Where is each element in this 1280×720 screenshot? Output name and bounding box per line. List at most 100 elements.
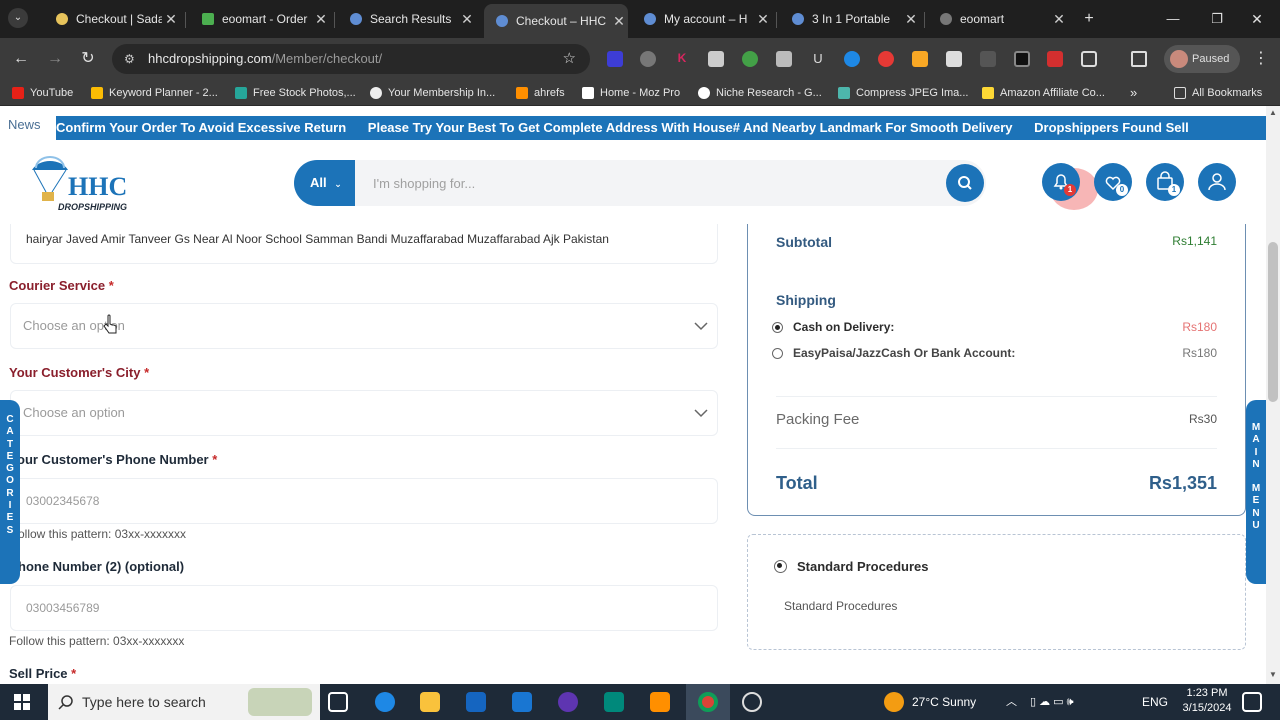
bookmark-youtube[interactable]: YouTube (12, 85, 73, 101)
address-field[interactable]: hairyar Javed Amir Tanveer Gs Near Al No… (10, 224, 718, 264)
tab-search-results[interactable]: Search Results ✕ (338, 5, 476, 33)
shipping-option-cod[interactable]: Cash on Delivery: (772, 320, 894, 334)
scrollbar-thumb[interactable] (1268, 242, 1278, 402)
extension-gmail-icon[interactable] (980, 51, 996, 67)
scroll-up-icon[interactable]: ▲ (1269, 108, 1277, 117)
tray-chevron-icon[interactable]: ︿ (1006, 684, 1017, 720)
radio-selected-icon[interactable] (774, 560, 787, 573)
clock[interactable]: 1:23 PM 3/15/2024 (1178, 686, 1236, 716)
chrome-taskbar-button[interactable] (686, 684, 730, 720)
weather-sun-icon[interactable] (884, 692, 904, 712)
bookmark-niche-research[interactable]: Niche Research - G... (698, 85, 822, 101)
extension-u-icon[interactable]: U (810, 51, 826, 67)
side-panel-icon[interactable] (1131, 51, 1147, 67)
reload-icon[interactable]: ↻ (77, 48, 99, 70)
forward-arrow-icon[interactable]: → (44, 48, 66, 70)
extension-icon[interactable] (776, 51, 792, 67)
extensions-puzzle-icon[interactable] (1081, 51, 1097, 67)
tab-3in1-portable[interactable]: 3 In 1 Portable ✕ (780, 5, 920, 33)
bookmark-moz-pro[interactable]: Home - Moz Pro (582, 85, 680, 101)
radio-unselected-icon[interactable] (772, 347, 783, 359)
notifications-button[interactable]: 1 (1042, 163, 1080, 201)
site-logo[interactable]: HHC DROPSHIPPING (28, 152, 138, 216)
close-tab-icon[interactable]: ✕ (902, 11, 920, 28)
cart-button[interactable]: 1 (1146, 163, 1184, 201)
edge-icon[interactable] (375, 692, 395, 712)
close-window-button[interactable]: ✕ (1246, 8, 1268, 30)
close-tab-icon[interactable]: ✕ (1050, 11, 1068, 28)
extension-k-icon[interactable]: K (674, 51, 690, 67)
app-icon[interactable] (604, 692, 624, 712)
tab-checkout-hhc[interactable]: Checkout – HHC ✕ (484, 4, 628, 38)
tray-icons[interactable]: ▯ ☁ ▭ 🕪 (1030, 684, 1074, 720)
search-category-dropdown[interactable]: All ⌄ (294, 160, 355, 206)
taskbar-search-box[interactable]: Type here to search (48, 684, 320, 720)
main-menu-side-tab[interactable]: M A I N M E N U (1246, 400, 1266, 584)
language-indicator[interactable]: ENG (1142, 684, 1168, 720)
shipping-option-easypaisa[interactable]: EasyPaisa/JazzCash Or Bank Account: (772, 346, 1015, 360)
weather-text[interactable]: 27°C Sunny (912, 684, 976, 720)
extension-icon[interactable] (912, 51, 928, 67)
site-info-icon[interactable]: ⚙ (124, 44, 135, 74)
bookmark-membership[interactable]: Your Membership In... (370, 85, 495, 101)
customer-phone-input[interactable] (10, 478, 718, 524)
procedure-option[interactable]: Standard Procedures (774, 559, 929, 574)
restore-window-button[interactable]: ❐ (1206, 8, 1228, 30)
address-bar[interactable]: ⚙ hhcdropshipping.com/Member/checkout/ ☆ (112, 44, 590, 74)
extension-download-icon[interactable] (1047, 51, 1063, 67)
close-tab-icon[interactable]: ✕ (754, 11, 772, 28)
extension-icon[interactable] (708, 51, 724, 67)
all-bookmarks-folder[interactable]: All Bookmarks (1174, 85, 1262, 101)
bookmark-keyword-planner[interactable]: Keyword Planner - 2... (91, 85, 218, 101)
bookmark-star-icon[interactable]: ☆ (563, 44, 576, 74)
search-input[interactable] (355, 160, 986, 206)
mail-icon[interactable] (512, 692, 532, 712)
shipping-option-price: Rs180 (1182, 320, 1217, 334)
screen-recorder-icon[interactable] (742, 692, 762, 712)
store-icon[interactable] (466, 692, 486, 712)
close-tab-icon[interactable]: ✕ (162, 11, 180, 28)
browser-menu-icon[interactable]: ⋮ (1250, 48, 1272, 70)
profile-button[interactable]: Paused (1164, 45, 1240, 73)
minimize-window-button[interactable]: — (1162, 8, 1184, 30)
tab-eoomart-order[interactable]: eoomart - Order ✕ (190, 5, 330, 33)
close-tab-icon[interactable]: ✕ (312, 11, 330, 28)
bookmark-ahrefs[interactable]: ahrefs (516, 85, 565, 101)
extension-icon[interactable] (878, 51, 894, 67)
account-button[interactable] (1198, 163, 1236, 201)
task-view-icon[interactable] (328, 692, 348, 712)
new-tab-button[interactable]: + (1078, 8, 1100, 30)
extension-icon[interactable] (1014, 51, 1030, 67)
tab-my-account[interactable]: My account – H ✕ (632, 5, 772, 33)
back-arrow-icon[interactable]: ← (10, 48, 32, 70)
phone2-input[interactable] (10, 585, 718, 631)
logo-subtext: DROPSHIPPING (58, 202, 128, 212)
radio-selected-icon[interactable] (772, 321, 783, 333)
tab-search-icon[interactable]: ⌄ (8, 8, 28, 28)
extension-icon[interactable] (742, 51, 758, 67)
scroll-down-icon[interactable]: ▼ (1269, 670, 1277, 679)
page-scrollbar[interactable]: ▲ ▼ (1266, 106, 1280, 684)
extension-icon[interactable] (946, 51, 962, 67)
tab-eoomart[interactable]: eoomart ✕ (928, 5, 1068, 33)
categories-side-tab[interactable]: C A T E G O R I E S (0, 400, 20, 584)
windows-start-icon[interactable] (14, 694, 30, 710)
search-button[interactable] (946, 164, 984, 202)
customer-city-select[interactable]: Choose an option (10, 390, 718, 436)
media-player-icon[interactable] (558, 692, 578, 712)
extension-icon[interactable] (640, 51, 656, 67)
close-tab-icon[interactable]: ✕ (610, 13, 628, 30)
notification-center-icon[interactable] (1242, 692, 1262, 712)
extension-wappalyzer-icon[interactable] (607, 51, 623, 67)
wishlist-button[interactable]: 0 (1094, 163, 1132, 201)
more-bookmarks-icon[interactable]: » (1130, 85, 1137, 101)
bookmark-free-stock-photos[interactable]: Free Stock Photos,... (235, 85, 356, 101)
bookmark-amazon-affiliate[interactable]: Amazon Affiliate Co... (982, 85, 1105, 101)
close-tab-icon[interactable]: ✕ (458, 11, 476, 28)
tab-checkout-sada[interactable]: Checkout | Sada ✕ (44, 5, 180, 33)
file-explorer-icon[interactable] (420, 692, 440, 712)
bookmark-compress-jpeg[interactable]: Compress JPEG Ima... (838, 85, 968, 101)
vlc-icon[interactable] (650, 692, 670, 712)
extension-icon[interactable] (844, 51, 860, 67)
shopping-bag-icon (1157, 171, 1173, 190)
